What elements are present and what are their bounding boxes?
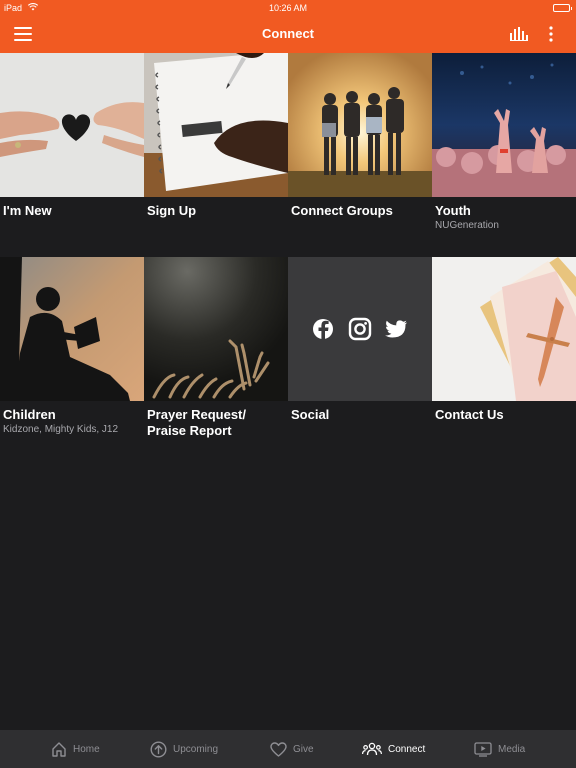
equalizer-icon[interactable] xyxy=(510,27,528,41)
tile-contact-us[interactable]: Contact Us xyxy=(432,257,576,461)
tab-label: Connect xyxy=(388,743,426,755)
tile-title: Children xyxy=(3,407,56,422)
heart-icon xyxy=(270,741,287,757)
twitter-icon[interactable] xyxy=(385,320,407,338)
tile-title: I'm New xyxy=(3,203,52,218)
tile-title: Prayer Request/ Praise Report xyxy=(147,407,246,438)
bottom-tab-bar: Home Upcoming Give Connect Media xyxy=(0,730,576,768)
status-time: 10:26 AM xyxy=(268,3,308,13)
concert-crowd-image xyxy=(432,53,576,197)
tab-upcoming[interactable]: Upcoming xyxy=(150,730,218,768)
tile-prayer-request[interactable]: Prayer Request/ Praise Report xyxy=(144,257,288,461)
tab-label: Upcoming xyxy=(173,743,219,755)
tab-connect[interactable]: Connect xyxy=(362,730,425,768)
tab-label: Home xyxy=(73,743,100,755)
group-sunset-image xyxy=(288,53,432,197)
top-bar: iPad 10:26 AM Connect xyxy=(0,0,576,53)
tile-social[interactable]: Social xyxy=(288,257,432,461)
tile-title: Youth xyxy=(435,203,471,218)
tile-subtitle: Kidzone, Mighty Kids, J12 xyxy=(3,424,119,435)
tab-label: Media xyxy=(498,743,526,755)
instagram-icon[interactable] xyxy=(348,317,372,341)
status-bar: iPad 10:26 AM xyxy=(0,0,576,16)
facebook-icon[interactable] xyxy=(313,319,333,339)
tile-title: Connect Groups xyxy=(291,203,393,218)
tile-title: Sign Up xyxy=(147,203,197,218)
home-icon xyxy=(51,741,67,757)
arrow-up-circle-icon xyxy=(150,740,167,758)
tab-home[interactable]: Home xyxy=(51,730,100,768)
tile-title: Contact Us xyxy=(435,407,504,422)
tab-label: Give xyxy=(293,743,314,755)
tile-subtitle: NUGeneration xyxy=(435,220,499,231)
more-vertical-icon[interactable] xyxy=(545,26,557,42)
page-title: Connect xyxy=(262,26,314,41)
tile-children[interactable]: Children Kidzone, Mighty Kids, J12 xyxy=(0,257,144,461)
hands-heart-image xyxy=(0,53,144,197)
tile-im-new[interactable]: I'm New xyxy=(0,53,144,257)
child-reading-image xyxy=(0,257,144,401)
tile-youth[interactable]: Youth NUGeneration xyxy=(432,53,576,257)
tile-sign-up[interactable]: Sign Up xyxy=(144,53,288,257)
people-icon xyxy=(362,742,382,756)
app: iPad 10:26 AM Connect I'm New Sign Up Co… xyxy=(0,0,576,768)
battery-icon xyxy=(553,4,572,12)
envelopes-pen-image xyxy=(432,257,576,401)
social-links-panel xyxy=(288,257,432,401)
tab-give[interactable]: Give xyxy=(270,730,314,768)
tile-connect-groups[interactable]: Connect Groups xyxy=(288,53,432,257)
tab-media[interactable]: Media xyxy=(474,730,525,768)
tile-title: Social xyxy=(291,407,330,422)
worship-hands-image xyxy=(144,257,288,401)
tv-play-icon xyxy=(474,741,492,757)
notebook-writing-image xyxy=(144,53,288,197)
